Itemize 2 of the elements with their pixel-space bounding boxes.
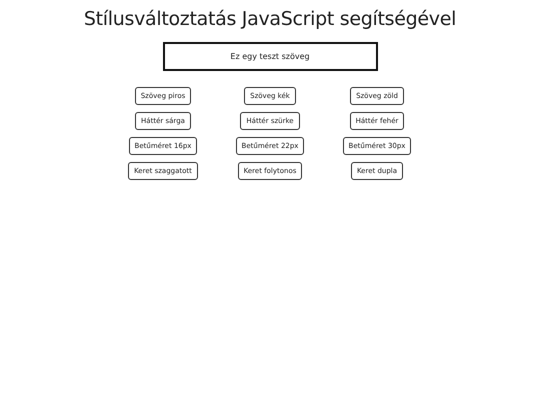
test-text-box: Ez egy teszt szöveg [162, 42, 378, 71]
page-title: Stílusváltoztatás JavaScript segítségével [84, 8, 456, 30]
